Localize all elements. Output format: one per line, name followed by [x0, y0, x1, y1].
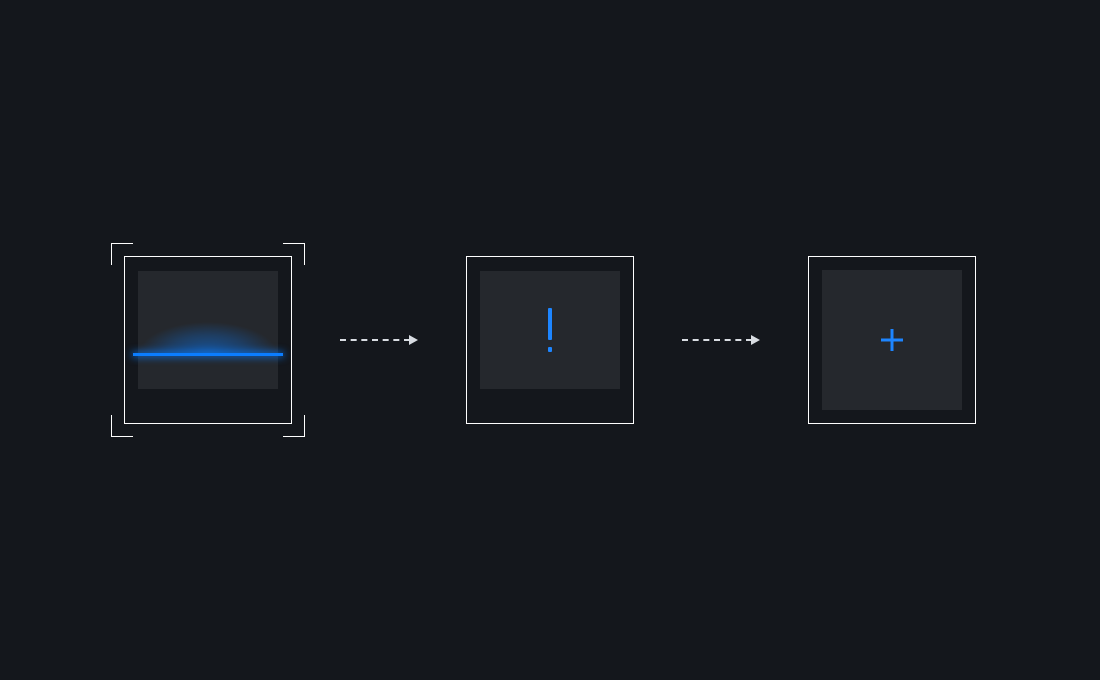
alert-stage	[466, 256, 634, 424]
alert-panel	[480, 271, 620, 389]
scan-stage	[124, 256, 292, 424]
process-flow-diagram	[0, 0, 1100, 680]
add-panel	[822, 270, 962, 410]
scan-line-icon	[133, 353, 283, 356]
exclamation-icon	[548, 308, 552, 352]
arrow-right-icon	[682, 335, 760, 345]
arrow-right-icon	[340, 335, 418, 345]
plus-icon	[881, 329, 903, 351]
add-stage	[808, 256, 976, 424]
scan-glow-icon	[133, 311, 283, 355]
scan-panel	[138, 271, 278, 389]
